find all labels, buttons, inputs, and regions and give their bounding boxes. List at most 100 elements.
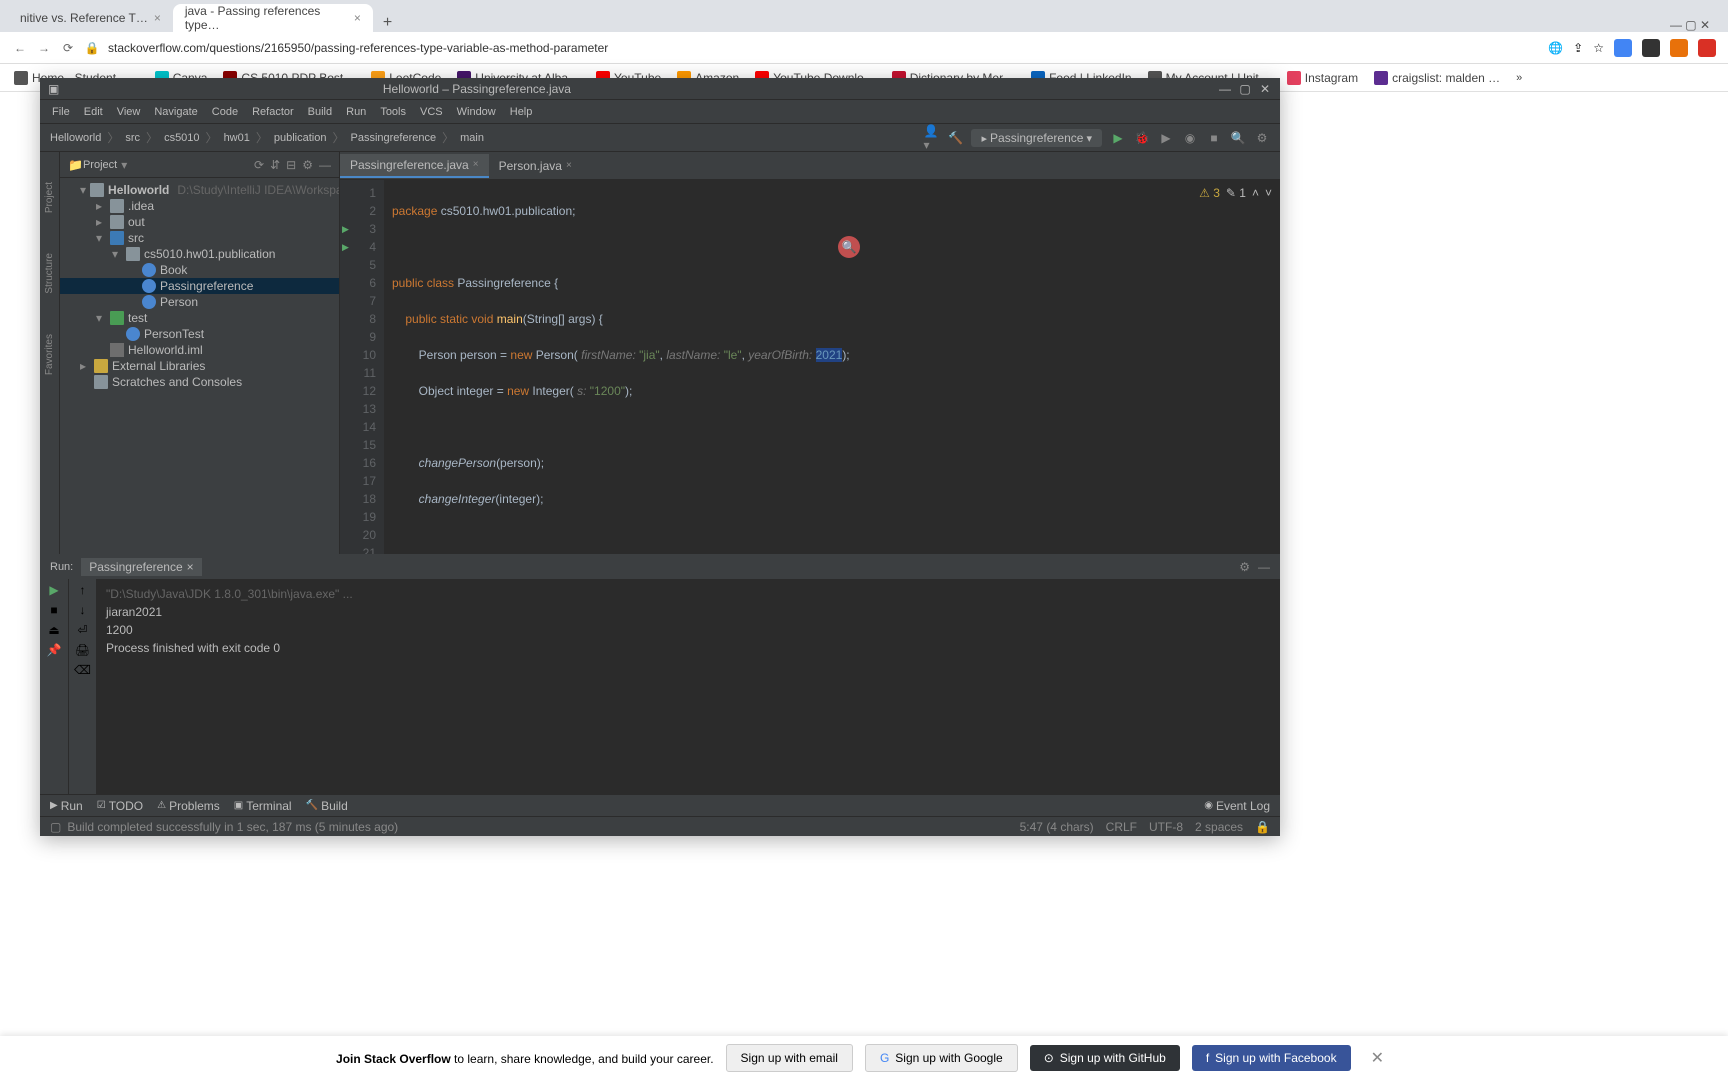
wrap-icon[interactable]: ⏎ xyxy=(77,623,87,637)
close-icon[interactable]: × xyxy=(187,560,194,574)
profile-icon[interactable]: ◉ xyxy=(1182,130,1198,146)
pin-icon[interactable]: 📌 xyxy=(47,643,62,657)
menu-tools[interactable]: Tools xyxy=(374,104,412,120)
close-icon[interactable]: × xyxy=(473,159,479,170)
project-tool-button[interactable]: Project xyxy=(44,182,55,213)
share-icon[interactable]: ⇪ xyxy=(1573,41,1583,55)
close-icon[interactable]: × xyxy=(154,11,161,25)
print-icon[interactable]: 🖨 xyxy=(75,643,90,657)
close-icon[interactable]: ✕ xyxy=(1363,1048,1392,1068)
translate-icon[interactable]: 🌐 xyxy=(1548,41,1563,55)
console-output[interactable]: "D:\Study\Java\JDK 1.8.0_301\bin\java.ex… xyxy=(96,579,1280,794)
run-icon[interactable]: ▶ xyxy=(1110,130,1126,146)
menu-window[interactable]: Window xyxy=(451,104,502,120)
back-icon[interactable]: ← xyxy=(12,40,28,56)
bookmark[interactable]: Instagram xyxy=(1281,69,1364,87)
down-icon[interactable]: ↓ xyxy=(80,603,86,617)
close-icon[interactable]: ✕ xyxy=(1258,82,1272,96)
editor-tab-active[interactable]: Passingreference.java× xyxy=(340,154,489,178)
close-icon[interactable]: × xyxy=(566,160,572,171)
expand-icon[interactable]: ⊟ xyxy=(286,158,296,172)
tree-item[interactable]: Scratches and Consoles xyxy=(60,374,339,390)
signup-facebook-button[interactable]: fSign up with Facebook xyxy=(1192,1045,1351,1071)
code-content[interactable]: package cs5010.hw01.publication; public … xyxy=(384,180,1280,554)
favorites-tool-button[interactable]: Favorites xyxy=(44,334,55,375)
encoding[interactable]: UTF-8 xyxy=(1149,820,1183,834)
menu-refactor[interactable]: Refactor xyxy=(246,104,300,120)
tree-item[interactable]: ▸External Libraries xyxy=(60,358,339,374)
run-config-selector[interactable]: ▸ Passingreference ▾ xyxy=(971,129,1102,147)
run-tab[interactable]: Passingreference × xyxy=(81,558,201,576)
forward-icon[interactable]: → xyxy=(36,40,52,56)
line-separator[interactable]: CRLF xyxy=(1106,820,1137,834)
exit-icon[interactable]: ⏏ xyxy=(48,623,59,637)
star-icon[interactable]: ☆ xyxy=(1593,41,1604,55)
rerun-icon[interactable]: ▶ xyxy=(49,583,58,597)
hide-icon[interactable]: — xyxy=(1258,560,1270,574)
browser-tab-1[interactable]: nitive vs. Reference T…× xyxy=(8,4,173,32)
bottom-tab-terminal[interactable]: ▣ Terminal xyxy=(234,799,292,813)
extension-icon[interactable] xyxy=(1698,39,1716,57)
menu-view[interactable]: View xyxy=(111,104,147,120)
bottom-tab-todo[interactable]: ☑ TODO xyxy=(97,799,143,813)
bookmarks-overflow[interactable]: » xyxy=(1510,70,1528,86)
clear-icon[interactable]: ⌫ xyxy=(74,663,91,677)
sync-icon[interactable]: ⟳ xyxy=(254,158,264,172)
build-icon[interactable]: 🔨 xyxy=(947,130,963,146)
tree-item[interactable]: ▸.idea xyxy=(60,198,339,214)
bottom-tab-problems[interactable]: ⚠ Problems xyxy=(157,799,220,813)
signup-google-button[interactable]: GSign up with Google xyxy=(865,1044,1018,1072)
extension-icon[interactable] xyxy=(1642,39,1660,57)
lock-icon[interactable]: 🔒 xyxy=(1255,820,1270,834)
menu-navigate[interactable]: Navigate xyxy=(148,104,203,120)
tree-item[interactable]: Person xyxy=(60,294,339,310)
breadcrumb[interactable]: Helloworld xyxy=(50,132,101,144)
indent[interactable]: 2 spaces xyxy=(1195,820,1243,834)
cursor-position[interactable]: 5:47 (4 chars) xyxy=(1020,820,1094,834)
search-icon[interactable]: 🔍 xyxy=(1230,130,1246,146)
tree-item[interactable]: ▾test xyxy=(60,310,339,326)
menu-code[interactable]: Code xyxy=(206,104,244,120)
signup-email-button[interactable]: Sign up with email xyxy=(726,1044,853,1072)
breadcrumb[interactable]: cs5010 xyxy=(164,132,199,144)
signup-github-button[interactable]: ⊙Sign up with GitHub xyxy=(1030,1045,1180,1071)
coverage-icon[interactable]: ▶ xyxy=(1158,130,1174,146)
breadcrumb[interactable]: hw01 xyxy=(224,132,250,144)
bottom-tab-run[interactable]: ▶ Run xyxy=(50,799,83,813)
up-icon[interactable]: ↑ xyxy=(80,583,86,597)
menu-build[interactable]: Build xyxy=(302,104,338,120)
bookmark[interactable]: craigslist: malden … xyxy=(1368,69,1506,87)
menu-vcs[interactable]: VCS xyxy=(414,104,449,120)
tree-root[interactable]: ▾Helloworld D:\Study\IntelliJ IDEA\Works… xyxy=(60,182,339,198)
editor-tab[interactable]: Person.java× xyxy=(489,155,582,177)
tree-item[interactable]: ▾src xyxy=(60,230,339,246)
gear-icon[interactable]: ⚙ xyxy=(302,158,313,172)
tree-item[interactable]: Book xyxy=(60,262,339,278)
collapse-icon[interactable]: ⇵ xyxy=(270,158,280,172)
tree-item[interactable]: ▸out xyxy=(60,214,339,230)
menu-help[interactable]: Help xyxy=(504,104,539,120)
tree-item[interactable]: PersonTest xyxy=(60,326,339,342)
breadcrumb[interactable]: Passingreference xyxy=(350,132,436,144)
reload-icon[interactable]: ⟳ xyxy=(60,40,76,56)
maximize-icon[interactable]: ▢ xyxy=(1238,82,1252,96)
event-log-button[interactable]: ◉ Event Log xyxy=(1204,799,1270,813)
menu-file[interactable]: File xyxy=(46,104,76,120)
url-field[interactable]: stackoverflow.com/questions/2165950/pass… xyxy=(108,41,1540,55)
tree-item[interactable]: Helloworld.iml xyxy=(60,342,339,358)
close-icon[interactable]: × xyxy=(354,11,361,25)
breadcrumb[interactable]: src xyxy=(125,132,140,144)
user-icon[interactable]: 👤▾ xyxy=(923,130,939,146)
breadcrumb[interactable]: publication xyxy=(274,132,327,144)
extension-icon[interactable] xyxy=(1614,39,1632,57)
tree-item[interactable]: ▾cs5010.hw01.publication xyxy=(60,246,339,262)
inspection-widget[interactable]: ⚠ 3 ✎ 1 ˄˅ xyxy=(1199,186,1272,200)
gear-icon[interactable]: ⚙ xyxy=(1239,560,1250,574)
code-editor[interactable]: ⚠ 3 ✎ 1 ˄˅ 🔍 12 ▶3 ▶4 567 8910 111213 14… xyxy=(340,180,1280,554)
bottom-tab-build[interactable]: 🔨 Build xyxy=(306,799,348,813)
hide-icon[interactable]: — xyxy=(319,158,331,172)
browser-tab-2[interactable]: java - Passing references type…× xyxy=(173,4,373,32)
gear-icon[interactable]: ⚙ xyxy=(1254,130,1270,146)
project-tree[interactable]: ▾Helloworld D:\Study\IntelliJ IDEA\Works… xyxy=(60,178,339,554)
menu-run[interactable]: Run xyxy=(340,104,372,120)
